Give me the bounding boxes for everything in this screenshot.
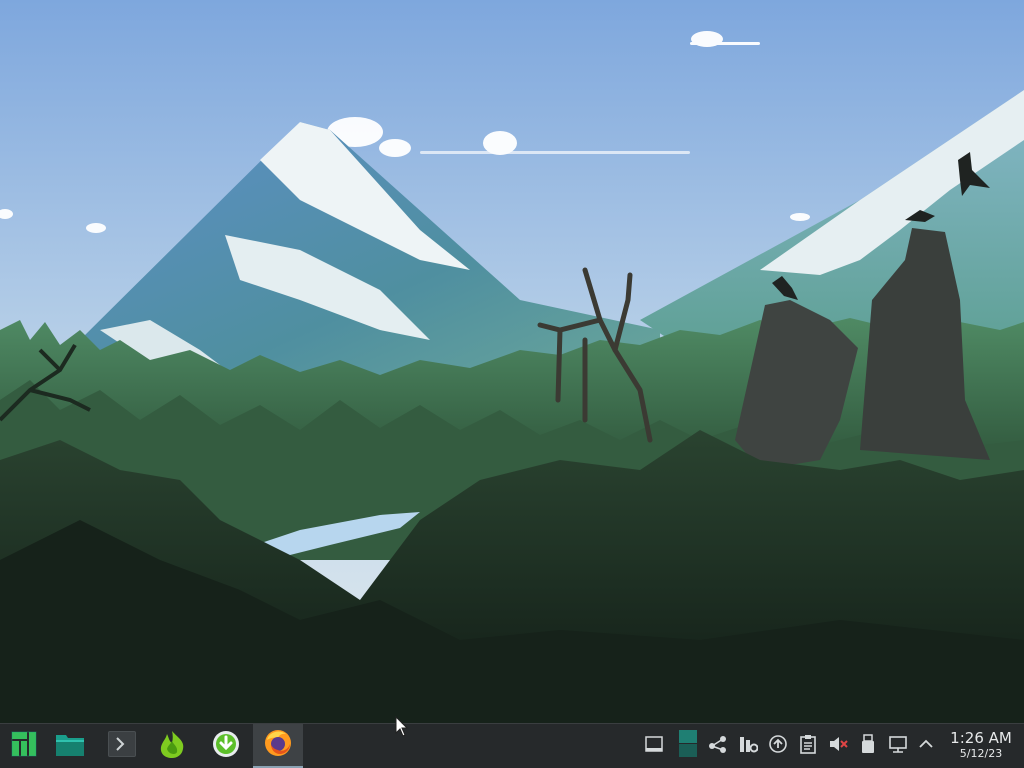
landscape-illustration: [0, 0, 1024, 724]
clipboard-icon: [799, 734, 817, 758]
monitor-settings-icon: [738, 734, 759, 758]
update-arrow-icon: [768, 734, 788, 758]
taskbar: 1:26 AM 5/12/23: [0, 724, 1024, 768]
mouse-pointer-icon: [395, 715, 409, 738]
download-arrow-icon: [212, 730, 240, 762]
pager-widget[interactable]: [677, 729, 699, 763]
clipboard-tray-button[interactable]: [798, 734, 818, 758]
virtual-desktop-icon: [678, 729, 698, 763]
terminal-icon: [108, 731, 136, 761]
window-icon: [645, 736, 663, 756]
file-manager-button[interactable]: [46, 724, 94, 768]
volume-muted-icon: [828, 734, 848, 758]
network-wired-icon: [888, 734, 908, 758]
firefox-taskbar-button[interactable]: [253, 724, 303, 768]
green-flame-icon: [157, 729, 187, 763]
clock-time: 1:26 AM: [950, 729, 1012, 747]
chevron-up-icon: [917, 735, 935, 757]
firefox-icon: [263, 728, 293, 762]
folder-icon: [55, 731, 85, 761]
expand-tray-button[interactable]: [916, 736, 936, 756]
removable-devices-tray-button[interactable]: [858, 734, 878, 758]
kde-connect-tray-button[interactable]: [708, 736, 728, 756]
terminal-button[interactable]: [98, 724, 146, 768]
manjaro-logo-icon: [11, 731, 37, 761]
network-tray-button[interactable]: [888, 736, 908, 756]
software-updater-button[interactable]: [202, 724, 250, 768]
desktop-wallpaper: [0, 0, 1024, 724]
show-desktop-button[interactable]: [644, 736, 664, 756]
share-icon: [708, 734, 728, 758]
clock-date: 5/12/23: [959, 747, 1003, 760]
volume-tray-button[interactable]: [828, 736, 848, 756]
system-monitor-tray-button[interactable]: [738, 734, 759, 758]
application-menu-button[interactable]: [0, 724, 48, 768]
digital-clock[interactable]: 1:26 AM 5/12/23: [946, 730, 1016, 761]
updates-tray-button[interactable]: [768, 734, 788, 758]
usb-icon: [860, 734, 876, 758]
green-app-button[interactable]: [148, 724, 196, 768]
